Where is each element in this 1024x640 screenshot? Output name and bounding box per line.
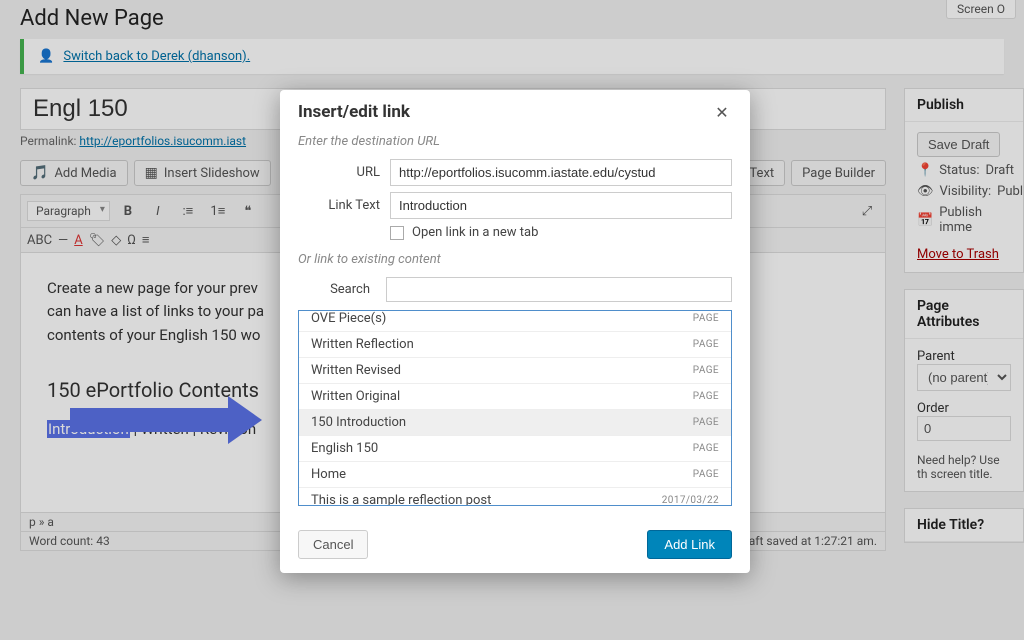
quote-button[interactable]: ❝ bbox=[236, 199, 260, 223]
page-attributes-title: Page Attributes bbox=[905, 290, 1023, 339]
strike-button[interactable]: ABC bbox=[27, 233, 52, 248]
result-tag: PAGE bbox=[693, 391, 719, 402]
hide-title-heading: Hide Title? bbox=[905, 509, 1023, 542]
result-tag: PAGE bbox=[693, 339, 719, 350]
eye-icon: 👁 bbox=[917, 184, 934, 199]
draft-saved-time: Draft saved at 1:27:21 am. bbox=[737, 534, 877, 548]
media-icon: 🎵 bbox=[31, 165, 48, 181]
result-title: English 150 bbox=[311, 441, 378, 456]
close-icon: ✕ bbox=[715, 103, 728, 122]
url-label: URL bbox=[298, 165, 380, 180]
tab-page-builder[interactable]: Page Builder bbox=[791, 160, 886, 186]
attributes-help: Need help? Use th screen title. bbox=[917, 453, 1011, 481]
key-icon: 📍 bbox=[917, 163, 933, 178]
clear-button[interactable]: ◇ bbox=[111, 233, 121, 248]
annotation-arrow bbox=[70, 396, 270, 444]
switch-user-notice: 👤 Switch back to Derek (dhanson). bbox=[20, 39, 1004, 74]
result-tag: PAGE bbox=[693, 469, 719, 480]
result-tag: PAGE bbox=[693, 443, 719, 454]
result-row[interactable]: Written Original PAGE bbox=[299, 384, 731, 410]
result-row[interactable]: Home PAGE bbox=[299, 462, 731, 488]
link-text-input[interactable] bbox=[390, 192, 732, 219]
screen-options-tab[interactable]: Screen O bbox=[946, 0, 1016, 19]
wordcount-label: Word count: bbox=[29, 534, 93, 548]
calendar-icon: 📅 bbox=[917, 213, 933, 228]
add-media-button[interactable]: 🎵 Add Media bbox=[20, 160, 128, 186]
result-row[interactable]: 150 Introduction PAGE bbox=[299, 410, 731, 436]
url-input[interactable] bbox=[390, 159, 732, 186]
modal-hint: Enter the destination URL bbox=[298, 134, 732, 149]
status-label: Status: bbox=[939, 163, 979, 178]
order-input[interactable] bbox=[917, 416, 1011, 441]
fullscreen-icon[interactable]: ⤢ bbox=[855, 199, 879, 223]
search-label: Search bbox=[298, 282, 370, 297]
visibility-label: Visibility: bbox=[940, 184, 992, 199]
result-tag: PAGE bbox=[693, 365, 719, 376]
search-results: OVE Piece(s)PAGEWritten ReflectionPAGEWr… bbox=[298, 310, 732, 506]
add-media-label: Add Media bbox=[54, 166, 116, 181]
permalink-url[interactable]: http://eportfolios.isucomm.iast bbox=[79, 134, 246, 148]
italic-button[interactable]: I bbox=[146, 199, 170, 223]
modal-close-button[interactable]: ✕ bbox=[712, 102, 732, 122]
insert-slideshow-button[interactable]: ▦ Insert Slideshow bbox=[134, 160, 271, 186]
publish-box-title: Publish bbox=[905, 89, 1023, 122]
status-value: Draft bbox=[986, 163, 1015, 178]
result-title: 150 Introduction bbox=[311, 415, 406, 430]
add-link-button[interactable]: Add Link bbox=[647, 530, 732, 559]
result-row[interactable]: Written Reflection PAGE bbox=[299, 332, 731, 358]
new-tab-checkbox[interactable] bbox=[390, 226, 404, 240]
publish-label: Publish imme bbox=[939, 205, 1011, 235]
outdent-button[interactable]: ≡ bbox=[142, 232, 150, 248]
parent-select[interactable]: (no parent) bbox=[917, 364, 1011, 391]
permalink-label: Permalink: bbox=[20, 134, 76, 148]
modal-title: Insert/edit link bbox=[298, 102, 410, 122]
order-label: Order bbox=[917, 401, 1011, 416]
publish-box: Publish Save Draft 📍 Status: Draft 👁 Visib… bbox=[904, 88, 1024, 273]
result-title: Written Reflection bbox=[311, 337, 414, 352]
result-title: OVE Piece(s) bbox=[311, 311, 386, 326]
paste-button[interactable]: 🏷 bbox=[89, 233, 106, 248]
result-row[interactable]: This is a sample reflection post 2017/03/… bbox=[299, 488, 731, 506]
slideshow-icon: ▦ bbox=[145, 165, 158, 181]
insert-slideshow-label: Insert Slideshow bbox=[164, 166, 260, 181]
user-icon: 👤 bbox=[38, 49, 54, 64]
move-to-trash-link[interactable]: Move to Trash bbox=[917, 247, 999, 262]
search-input[interactable] bbox=[386, 277, 732, 302]
result-title: Written Revised bbox=[311, 363, 401, 378]
format-select[interactable]: Paragraph bbox=[27, 201, 110, 221]
result-title: This is a sample reflection post bbox=[311, 493, 491, 506]
hide-title-box: Hide Title? bbox=[904, 508, 1024, 543]
result-tag: 2017/03/22 bbox=[662, 495, 719, 506]
visibility-value: Publ bbox=[997, 184, 1023, 199]
result-row[interactable]: English 150 PAGE bbox=[299, 436, 731, 462]
result-row[interactable]: Written Revised PAGE bbox=[299, 358, 731, 384]
page-heading: Add New Page bbox=[20, 0, 1004, 39]
or-link-hint: Or link to existing content bbox=[298, 252, 732, 267]
parent-label: Parent bbox=[917, 349, 1011, 364]
textcolor-button[interactable]: A bbox=[74, 233, 82, 248]
result-title: Home bbox=[311, 467, 346, 482]
insert-link-modal: Insert/edit link ✕ Enter the destination… bbox=[280, 90, 750, 573]
number-list-button[interactable]: 1≡ bbox=[206, 199, 230, 223]
link-text-label: Link Text bbox=[298, 198, 380, 213]
result-tag: PAGE bbox=[693, 313, 719, 324]
page-attributes-box: Page Attributes Parent (no parent) Order… bbox=[904, 289, 1024, 492]
result-title: Written Original bbox=[311, 389, 400, 404]
bold-button[interactable]: B bbox=[116, 199, 140, 223]
char-button[interactable]: Ω bbox=[127, 233, 136, 248]
cancel-button[interactable]: Cancel bbox=[298, 530, 368, 559]
wordcount-value: 43 bbox=[96, 534, 110, 548]
hr-button[interactable]: — bbox=[58, 233, 68, 248]
switch-back-link[interactable]: Switch back to Derek (dhanson). bbox=[63, 49, 250, 64]
new-tab-label: Open link in a new tab bbox=[412, 225, 538, 240]
result-row[interactable]: OVE Piece(s) PAGE bbox=[299, 311, 731, 332]
result-tag: PAGE bbox=[693, 417, 719, 428]
save-draft-button[interactable]: Save Draft bbox=[917, 132, 1000, 157]
editor-path: p » a bbox=[29, 515, 54, 529]
bullet-list-button[interactable]: :≡ bbox=[176, 199, 200, 223]
